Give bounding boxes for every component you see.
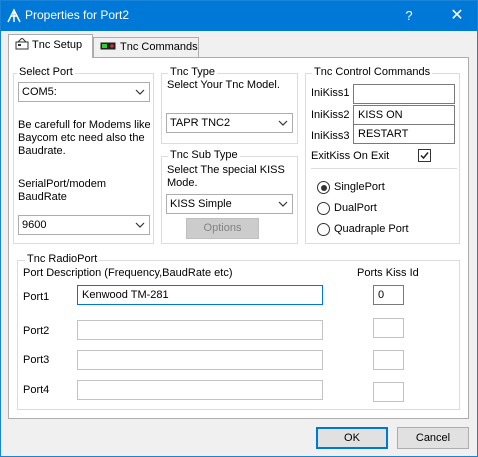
inikiss2-label: IniKiss2: [311, 109, 350, 121]
com-port-value: COM5:: [22, 86, 57, 98]
port4-description-input[interactable]: [77, 380, 323, 400]
singleport-label: SinglePort: [334, 181, 385, 193]
radio-port-legend: Tnc RadioPort: [25, 253, 100, 265]
chevron-down-icon: [278, 197, 288, 211]
quadport-label: Quadraple Port: [334, 223, 409, 235]
port4-label: Port4: [23, 384, 50, 396]
tnc-icon: [15, 37, 29, 50]
exitkiss-label: ExitKiss On Exit: [311, 150, 390, 162]
tab-tnc-commands[interactable]: Tnc Commands: [93, 37, 199, 58]
title-bar: Properties for Port2 ? ✕: [1, 1, 477, 31]
tab-label: Tnc Setup: [32, 39, 83, 51]
exitkiss-checkbox[interactable]: [418, 149, 431, 162]
port2-description-input[interactable]: [77, 320, 323, 340]
inikiss1-input[interactable]: [353, 84, 455, 104]
properties-dialog: Properties for Port2 ? ✕ Tnc Setup Tnc C…: [0, 0, 478, 457]
kiss-mode-select[interactable]: KISS Simple: [166, 194, 293, 214]
tnc-sub-type-prompt: Select The special KISS Mode.: [167, 164, 285, 189]
help-button[interactable]: ?: [391, 1, 427, 31]
chevron-down-icon: [135, 85, 145, 99]
close-button[interactable]: ✕: [437, 1, 477, 31]
options-button[interactable]: Options: [186, 218, 259, 239]
select-port-legend: Select Port: [17, 66, 75, 78]
port-description-header: Port Description (Frequency,BaudRate etc…: [23, 267, 233, 279]
tnc-model-value: TAPR TNC2: [170, 117, 231, 129]
port2-kiss-id-input[interactable]: [373, 318, 404, 338]
chevron-down-icon: [278, 116, 288, 130]
cancel-button[interactable]: Cancel: [397, 427, 469, 449]
tnc-sub-type-legend: Tnc Sub Type: [168, 149, 240, 161]
port1-label: Port1: [23, 291, 50, 303]
radio-device-icon: [100, 41, 116, 51]
tnc-control-legend: Tnc Control Commands: [312, 66, 433, 78]
kiss-mode-value: KISS Simple: [170, 198, 232, 210]
dualport-radio[interactable]: [317, 202, 330, 215]
port2-label: Port2: [23, 325, 50, 337]
baudrate-note: Be carefull for Modems like Baycom etc n…: [18, 119, 151, 157]
singleport-radio[interactable]: [317, 181, 330, 194]
com-port-select[interactable]: COM5:: [18, 82, 150, 102]
inikiss1-label: IniKiss1: [311, 87, 350, 99]
port3-description-input[interactable]: [77, 350, 323, 370]
inikiss3-input[interactable]: RESTART: [353, 124, 455, 144]
port3-label: Port3: [23, 354, 50, 366]
ports-kiss-id-header: Ports Kiss Id: [357, 267, 419, 279]
tab-label: Tnc Commands: [120, 41, 198, 53]
baudrate-select[interactable]: 9600: [18, 215, 150, 235]
port1-kiss-id-input[interactable]: 0: [373, 285, 404, 305]
port1-description-input[interactable]: Kenwood TM-281: [77, 285, 323, 305]
control-divider: [311, 168, 457, 169]
app-icon: [6, 8, 22, 24]
inikiss2-input[interactable]: KISS ON: [353, 105, 455, 125]
baudrate-value: 9600: [22, 219, 47, 231]
tab-tnc-setup[interactable]: Tnc Setup: [8, 34, 93, 58]
window-title: Properties for Port2: [25, 8, 130, 22]
port3-kiss-id-input[interactable]: [373, 350, 404, 370]
tnc-type-prompt: Select Your Tnc Model.: [167, 79, 280, 91]
port4-kiss-id-input[interactable]: [373, 382, 404, 402]
checkmark-icon: [420, 152, 429, 160]
baudrate-label: SerialPort/modem BaudRate: [18, 178, 107, 203]
dualport-label: DualPort: [334, 202, 377, 214]
quadport-radio[interactable]: [317, 223, 330, 236]
tnc-type-legend: Tnc Type: [168, 66, 218, 78]
ok-button[interactable]: OK: [316, 427, 388, 449]
tnc-model-select[interactable]: TAPR TNC2: [166, 113, 293, 133]
inikiss3-label: IniKiss3: [311, 130, 350, 142]
chevron-down-icon: [135, 218, 145, 232]
